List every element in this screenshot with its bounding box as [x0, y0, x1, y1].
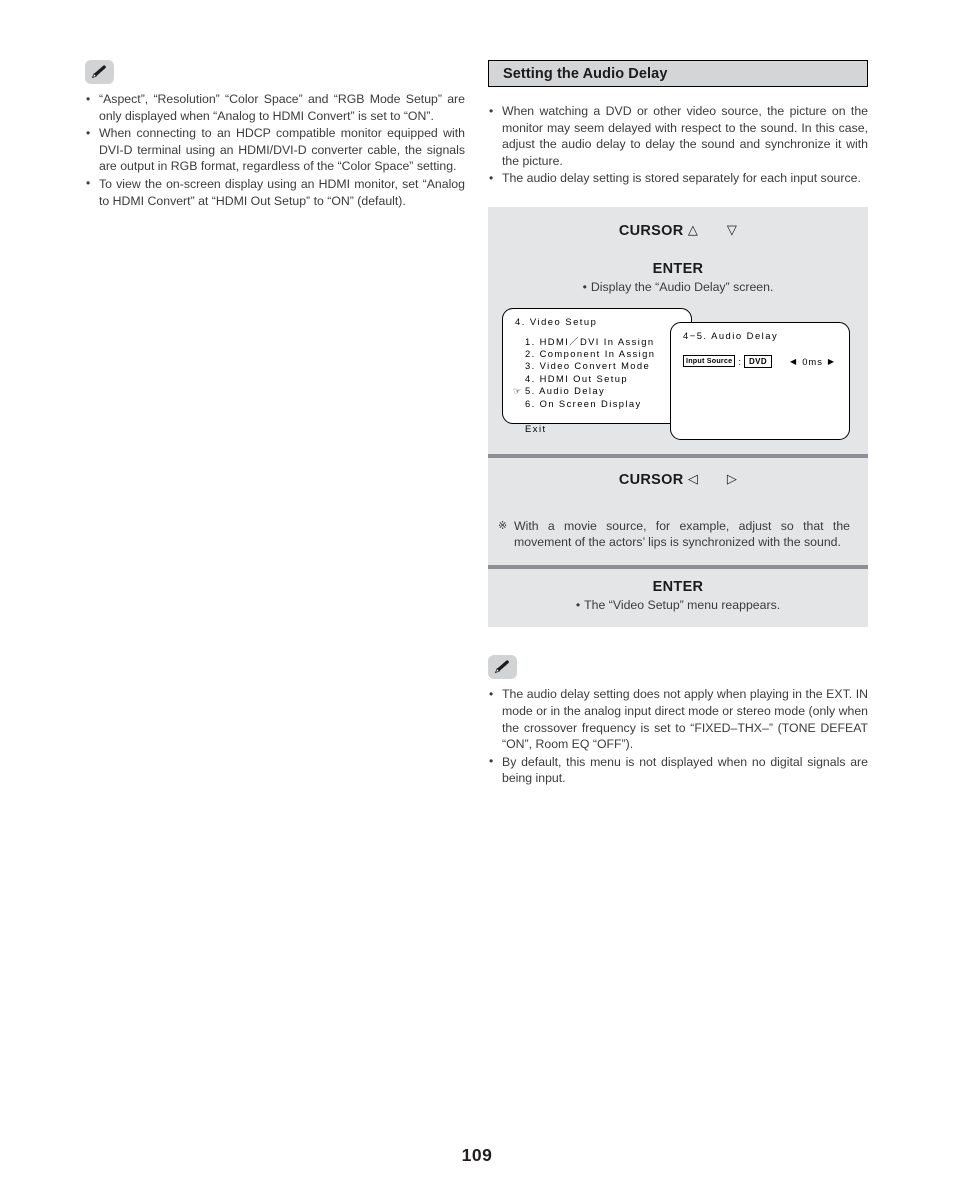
osd-item-label: 5. Audio Delay [525, 385, 606, 397]
bullet-glyph: • [575, 597, 581, 612]
osd-video-setup-screen: 4. Video Setup 1. HDMI／DVI In Assign 2. … [502, 307, 692, 434]
osd-delay-value: 0ms [802, 355, 823, 367]
list-item: By default, this menu is not displayed w… [488, 753, 868, 787]
osd-item-label: 4. HDMI Out Setup [525, 372, 628, 384]
list-item: The audio delay setting is stored separa… [488, 170, 868, 187]
cursor-key-label: CURSOR [618, 222, 684, 239]
procedure-step-1-2: CURSOR △ ▽ ENTER • Display the “Audio Del… [488, 207, 868, 454]
page-title: Setting the Audio Delay [503, 65, 668, 82]
list-item: The audio delay setting does not apply w… [488, 686, 868, 752]
osd-menu-item-on-screen-display[interactable]: 6. On Screen Display [503, 398, 691, 410]
cursor-left-right-step: CURSOR ◁ ▷ [488, 470, 868, 488]
left-notes-list: “Aspect”, “Resolution” “Color Space” and… [85, 90, 465, 209]
procedure-panel: CURSOR △ ▽ ENTER • Display the “Audio Del… [488, 206, 868, 628]
triangle-left-icon: ◁ [687, 470, 699, 486]
procedure-step-4: ENTER • The “Video Setup” menu reappears. [488, 569, 868, 628]
note-text: Display the “Audio Delay” screen. [590, 279, 774, 294]
right-column: Setting the Audio Delay When watching a … [488, 60, 868, 788]
cursor-step-3-note: ※ With a movie source, for example, adju… [488, 518, 868, 551]
osd-menu-item-audio-delay[interactable]: ☞ 5. Audio Delay [503, 385, 691, 397]
section-header: Setting the Audio Delay [488, 60, 868, 87]
osd-item-label: 3. Video Convert Mode [525, 360, 651, 372]
osd-delay-stepper[interactable]: ◀ 0ms ▶ [790, 356, 835, 367]
osd-item-label: 2. Component In Assign [525, 347, 656, 359]
osd-input-source-value[interactable]: DVD [743, 354, 773, 368]
cursor-key-label: CURSOR [618, 471, 684, 488]
osd-title: 4−5. Audio Delay [683, 329, 779, 341]
enter-key-step-2: ENTER [488, 261, 868, 277]
osd-menu-item-hdmi-out-setup[interactable]: 4. HDMI Out Setup [503, 373, 691, 385]
arrow-left-icon[interactable]: ◀ [790, 357, 797, 366]
arrow-right-icon[interactable]: ▶ [828, 357, 835, 366]
enter-step-4-note: • The “Video Setup” menu reappears. [488, 597, 868, 614]
list-item: To view the on-screen display using an H… [85, 175, 465, 209]
enter-key-step-4: ENTER [488, 579, 868, 595]
triangle-up-icon: △ [687, 221, 699, 237]
left-column: “Aspect”, “Resolution” “Color Space” and… [85, 60, 465, 210]
note-text: With a movie source, for example, adjust… [514, 518, 850, 550]
list-item: When watching a DVD or other video sourc… [488, 102, 868, 169]
list-item: When connecting to an HDCP compatible mo… [85, 125, 465, 175]
enter-key-label: ENTER [652, 260, 704, 277]
triangle-right-icon: ▷ [726, 470, 738, 486]
osd-title: 4. Video Setup [515, 315, 598, 327]
reference-mark-icon: ※ [498, 519, 508, 532]
bottom-notes-list: The audio delay setting does not apply w… [488, 686, 868, 787]
pencil-note-icon [488, 655, 517, 680]
osd-exit-item[interactable]: Exit [503, 410, 691, 434]
osd-item-label: 1. HDMI／DVI In Assign [525, 335, 655, 347]
osd-menu-list: 1. HDMI／DVI In Assign 2. Component In As… [503, 336, 691, 410]
osd-input-source-label: Input Source [683, 355, 736, 368]
intro-notes-list: When watching a DVD or other video sourc… [488, 102, 868, 187]
enter-step-2-note: • Display the “Audio Delay” screen. [488, 279, 868, 296]
procedure-step-3: CURSOR ◁ ▷ ※ With a movie source, for ex… [488, 458, 868, 565]
osd-menu-item-video-convert-mode[interactable]: 3. Video Convert Mode [503, 360, 691, 372]
enter-key-label: ENTER [652, 578, 704, 595]
osd-item-label: 6. On Screen Display [525, 397, 642, 409]
pencil-note-icon [85, 60, 114, 84]
list-item: “Aspect”, “Resolution” “Color Space” and… [85, 90, 465, 124]
osd-pointer-icon: ☞ [513, 385, 522, 396]
osd-separator: : [738, 355, 741, 367]
bottom-notes-block: The audio delay setting does not apply w… [488, 655, 868, 787]
osd-menu-item-hdmi-dvi-in-assign[interactable]: 1. HDMI／DVI In Assign [503, 336, 691, 348]
osd-menu-item-component-in-assign[interactable]: 2. Component In Assign [503, 348, 691, 360]
cursor-up-down-step: CURSOR △ ▽ [488, 221, 868, 239]
triangle-down-icon: ▽ [726, 221, 738, 237]
osd-audio-delay-screen: 4−5. Audio Delay Input Source : DVD ◀ 0m… [670, 321, 850, 440]
osd-screens: 4. Video Setup 1. HDMI／DVI In Assign 2. … [488, 304, 868, 444]
bullet-glyph: • [582, 279, 587, 294]
note-text: The “Video Setup” menu reappears. [584, 597, 781, 612]
page-number: 109 [461, 1145, 493, 1165]
osd-input-source-row: Input Source : DVD ◀ 0ms ▶ [683, 354, 849, 368]
